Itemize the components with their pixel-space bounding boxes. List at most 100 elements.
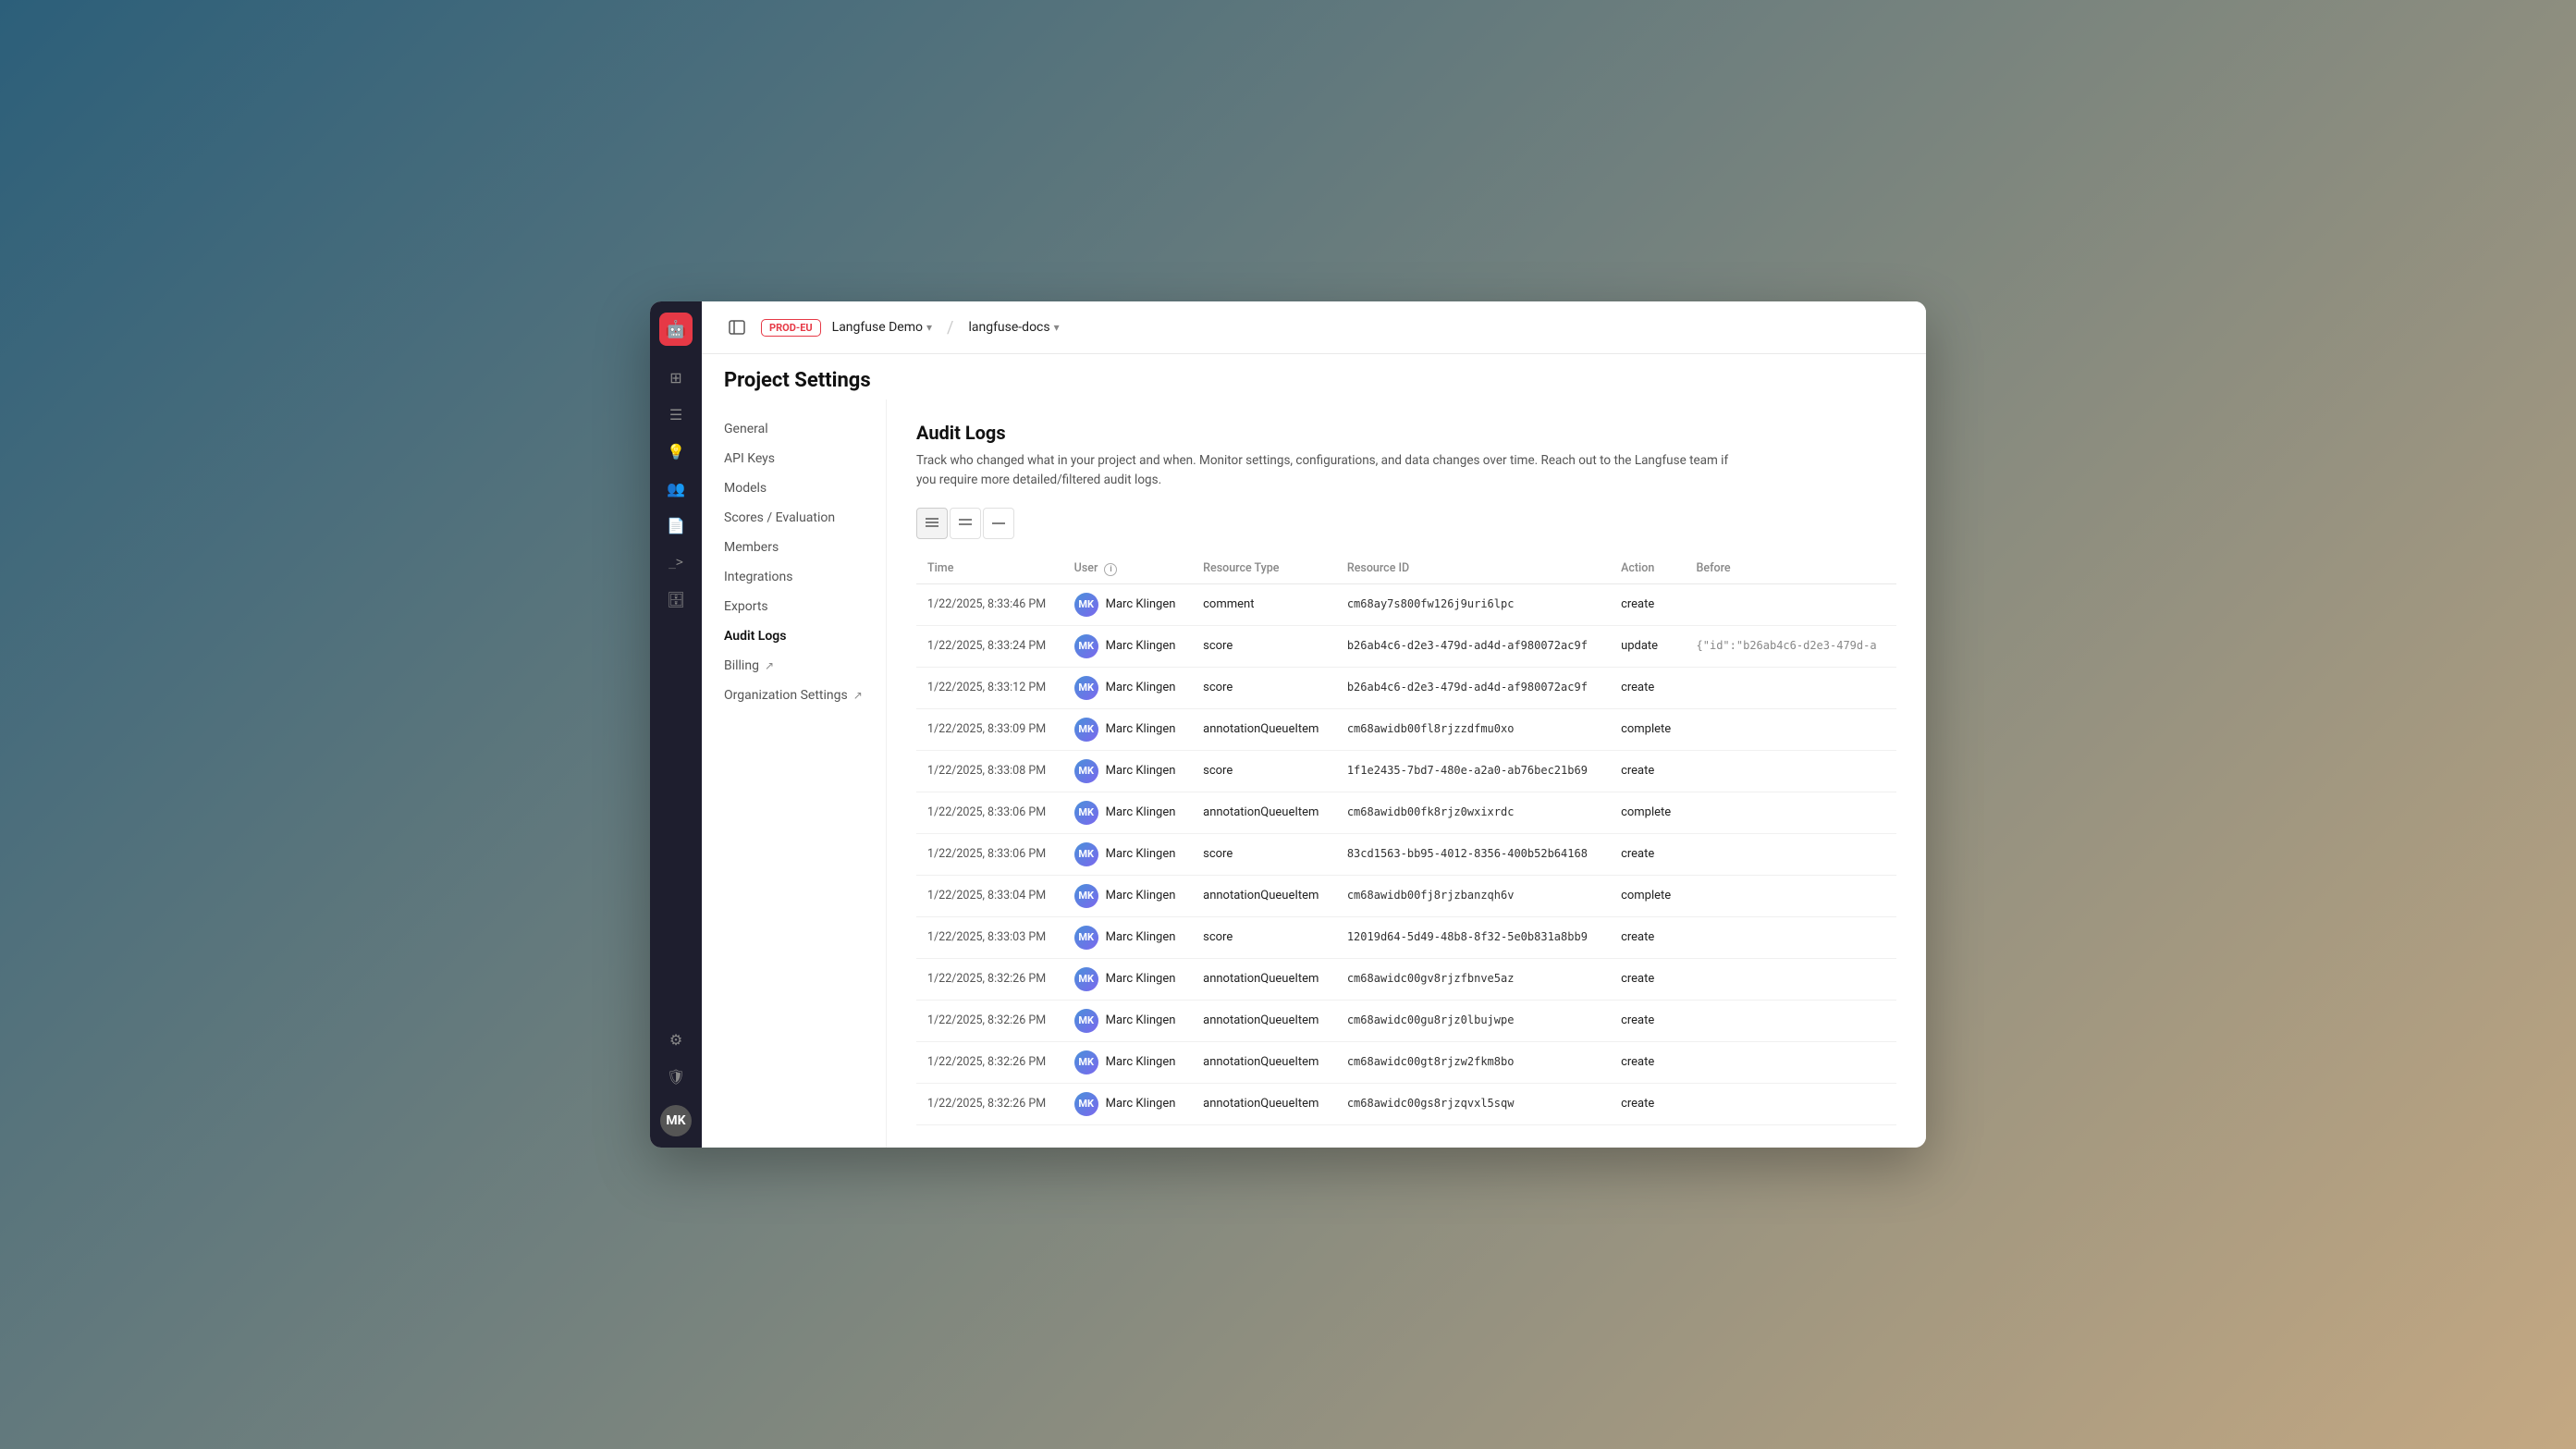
user-avatar: MK	[1074, 1009, 1098, 1033]
cell-resource-id: cm68ay7s800fw126j9uri6lpc	[1336, 583, 1610, 625]
sidebar-toggle-button[interactable]	[724, 314, 750, 340]
cell-user: MKMarc Klingen	[1063, 958, 1192, 1000]
cell-user: MKMarc Klingen	[1063, 625, 1192, 667]
user-avatar: MK	[1074, 676, 1098, 700]
sidebar: 🤖 ⊞ ☰ 💡 👥 📄 _> 🗄 ⚙ 🛡 MK	[650, 301, 702, 1148]
nav-item-api-keys[interactable]: API Keys	[702, 444, 886, 473]
cell-time: 1/22/2025, 8:33:03 PM	[916, 916, 1063, 958]
filter-btn-medium[interactable]	[950, 508, 981, 539]
col-before: Before	[1686, 554, 1896, 584]
table-row: 1/22/2025, 8:33:03 PMMKMarc Klingenscore…	[916, 916, 1896, 958]
user-name: Marc Klingen	[1106, 889, 1176, 903]
cell-time: 1/22/2025, 8:33:06 PM	[916, 792, 1063, 833]
filter-btn-dense[interactable]	[916, 508, 948, 539]
cell-resource-type: score	[1192, 667, 1336, 708]
user-avatar[interactable]: MK	[660, 1105, 692, 1136]
cell-before	[1686, 958, 1896, 1000]
user-name: Marc Klingen	[1106, 639, 1176, 653]
cell-resource-type: annotationQueueItem	[1192, 1000, 1336, 1041]
user-info-icon[interactable]: i	[1104, 563, 1117, 576]
user-avatar: MK	[1074, 967, 1098, 991]
cell-action: create	[1610, 958, 1685, 1000]
nav-item-models[interactable]: Models	[702, 473, 886, 503]
user-name: Marc Klingen	[1106, 847, 1176, 861]
cell-action: create	[1610, 1000, 1685, 1041]
table-row: 1/22/2025, 8:33:08 PMMKMarc Klingenscore…	[916, 750, 1896, 792]
cell-time: 1/22/2025, 8:33:04 PM	[916, 875, 1063, 916]
user-avatar: MK	[1074, 801, 1098, 825]
cell-action: create	[1610, 1041, 1685, 1083]
right-content: Audit Logs Track who changed what in you…	[887, 399, 1926, 1148]
cell-resource-id: b26ab4c6-d2e3-479d-ad4d-af980072ac9f	[1336, 667, 1610, 708]
org-settings-external-icon: ↗	[853, 689, 863, 702]
nav-item-general[interactable]: General	[702, 414, 886, 444]
table-row: 1/22/2025, 8:32:26 PMMKMarc Klingenannot…	[916, 1000, 1896, 1041]
cell-action: create	[1610, 916, 1685, 958]
nav-item-org-settings[interactable]: Organization Settings ↗	[702, 681, 886, 710]
user-avatar: MK	[1074, 1050, 1098, 1074]
cell-resource-id: 83cd1563-bb95-4012-8356-400b52b64168	[1336, 833, 1610, 875]
cell-time: 1/22/2025, 8:33:24 PM	[916, 625, 1063, 667]
user-avatar: MK	[1074, 884, 1098, 908]
cell-resource-id: 12019d64-5d49-48b8-8f32-5e0b831a8bb9	[1336, 916, 1610, 958]
user-avatar: MK	[1074, 718, 1098, 742]
cell-before	[1686, 792, 1896, 833]
nav-item-integrations[interactable]: Integrations	[702, 562, 886, 592]
list-icon[interactable]: ☰	[659, 398, 693, 431]
nav-label-models: Models	[724, 481, 767, 496]
user-name: Marc Klingen	[1106, 764, 1176, 778]
nav-label-api-keys: API Keys	[724, 451, 775, 466]
cell-action: update	[1610, 625, 1685, 667]
col-resource-id: Resource ID	[1336, 554, 1610, 584]
cell-resource-type: annotationQueueItem	[1192, 1083, 1336, 1124]
terminal-icon[interactable]: _>	[659, 546, 693, 579]
nav-item-members[interactable]: Members	[702, 533, 886, 562]
cell-resource-type: score	[1192, 916, 1336, 958]
bulb-icon[interactable]: 💡	[659, 435, 693, 468]
cell-user: MKMarc Klingen	[1063, 1041, 1192, 1083]
nav-item-scores[interactable]: Scores / Evaluation	[702, 503, 886, 533]
cell-time: 1/22/2025, 8:32:26 PM	[916, 1041, 1063, 1083]
cell-before	[1686, 583, 1896, 625]
nav-label-audit-logs: Audit Logs	[724, 629, 786, 644]
cell-user: MK Marc Klingen	[1063, 833, 1192, 875]
cell-before: {"id":"b26ab4c6-d2e3-479d-a	[1686, 625, 1896, 667]
settings-icon[interactable]: ⚙	[659, 1024, 693, 1057]
cell-before	[1686, 1041, 1896, 1083]
cell-before	[1686, 875, 1896, 916]
nav-item-billing[interactable]: Billing ↗	[702, 651, 886, 681]
cell-user: MKMarc Klingen	[1063, 583, 1192, 625]
filter-btn-sparse[interactable]	[983, 508, 1014, 539]
nav-item-audit-logs[interactable]: Audit Logs	[702, 621, 886, 651]
user-avatar: MK	[1074, 842, 1098, 866]
user-name: Marc Klingen	[1106, 1097, 1176, 1111]
table-row: 1/22/2025, 8:33:09 PMMKMarc Klingenannot…	[916, 708, 1896, 750]
workspace-chevron-icon: ▾	[926, 321, 932, 334]
cell-user: MKMarc Klingen	[1063, 1083, 1192, 1124]
cell-user: MKMarc Klingen	[1063, 708, 1192, 750]
cell-action: complete	[1610, 708, 1685, 750]
app-window: 🤖 ⊞ ☰ 💡 👥 📄 _> 🗄 ⚙ 🛡 MK PROD-EU Langfuse…	[650, 301, 1926, 1148]
cell-before	[1686, 750, 1896, 792]
col-resource-type: Resource Type	[1192, 554, 1336, 584]
user-name: Marc Klingen	[1106, 805, 1176, 819]
nav-label-org-settings: Organization Settings	[724, 688, 848, 703]
app-logo[interactable]: 🤖	[659, 313, 693, 346]
workspace-dropdown[interactable]: Langfuse Demo ▾	[832, 320, 932, 335]
cell-time: 1/22/2025, 8:32:26 PM	[916, 958, 1063, 1000]
users-icon[interactable]: 👥	[659, 472, 693, 505]
shield-icon[interactable]: 🛡	[659, 1061, 693, 1094]
dashboard-icon[interactable]: ⊞	[659, 361, 693, 394]
cell-resource-id: b26ab4c6-d2e3-479d-ad4d-af980072ac9f	[1336, 625, 1610, 667]
document-icon[interactable]: 📄	[659, 509, 693, 542]
cell-time: 1/22/2025, 8:33:06 PM	[916, 833, 1063, 875]
cell-before	[1686, 1000, 1896, 1041]
database-icon[interactable]: 🗄	[659, 583, 693, 616]
nav-item-exports[interactable]: Exports	[702, 592, 886, 621]
col-action: Action	[1610, 554, 1685, 584]
cell-time: 1/22/2025, 8:33:46 PM	[916, 583, 1063, 625]
project-dropdown[interactable]: langfuse-docs ▾	[968, 320, 1059, 335]
cell-user: MKMarc Klingen	[1063, 667, 1192, 708]
cell-resource-id: 1f1e2435-7bd7-480e-a2a0-ab76bec21b69	[1336, 750, 1610, 792]
cell-resource-type: score	[1192, 750, 1336, 792]
